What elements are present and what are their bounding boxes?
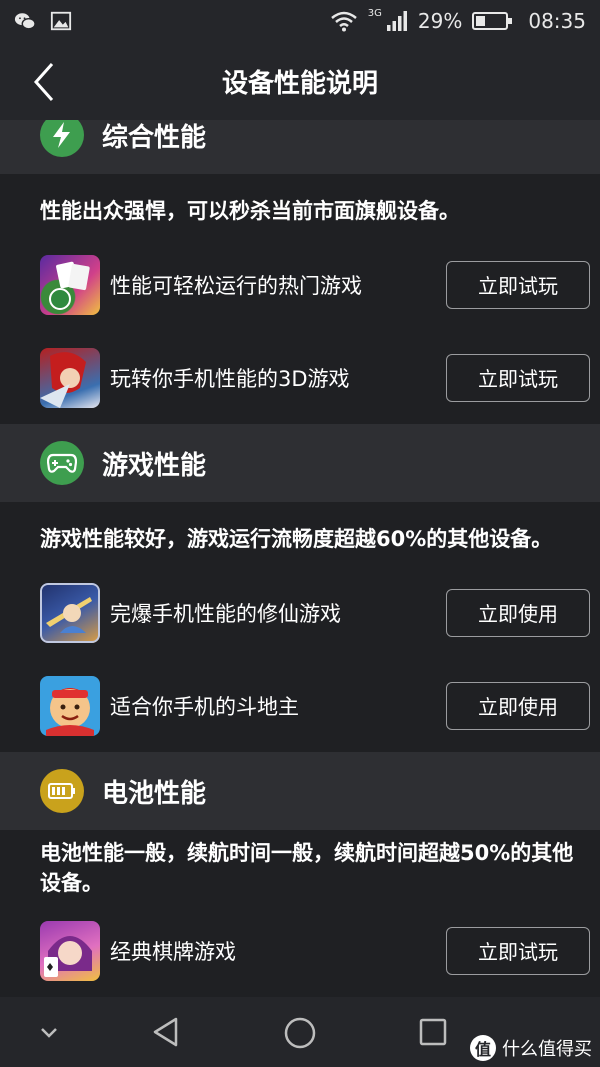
back-arrow-icon[interactable] (28, 60, 62, 104)
list-item[interactable]: 完爆手机性能的修仙游戏 立即使用 (0, 566, 600, 659)
watermark-text: 什么值得买 (502, 1039, 592, 1060)
page-title: 设备性能说明 (221, 68, 378, 99)
image-icon (50, 11, 72, 31)
section-header-battery: 电池性能 (0, 752, 600, 830)
list-item[interactable]: 经典棋牌游戏 立即试玩 (0, 904, 600, 997)
section-body-overall: 性能出众强悍，可以秒杀当前市面旗舰设备。 性能可轻松运行的热门游戏 立即试玩 玩… (0, 174, 600, 424)
wifi-icon (330, 11, 357, 32)
section-description: 游戏性能较好，游戏运行流畅度超越60%的其他设备。 (40, 527, 553, 551)
use-button[interactable]: 立即使用 (446, 681, 590, 730)
back-nav-icon[interactable] (150, 1016, 182, 1048)
game-name: 经典棋牌游戏 (110, 939, 236, 964)
list-item[interactable]: 性能可轻松运行的热门游戏 立即试玩 (0, 238, 600, 331)
try-button[interactable]: 立即试玩 (446, 926, 590, 975)
section-description: 性能出众强悍，可以秒杀当前市面旗舰设备。 (40, 199, 460, 223)
use-button[interactable]: 立即使用 (446, 588, 590, 637)
battery-icon (472, 12, 513, 30)
section-title: 综合性能 (102, 122, 207, 153)
try-button[interactable]: 立即试玩 (446, 260, 590, 309)
watermark: 值 什么值得买 (470, 1035, 592, 1061)
lightning-icon (40, 120, 84, 157)
content-scroll[interactable]: 综合性能 性能出众强悍，可以秒杀当前市面旗舰设备。 性能可轻松运行的热门游戏 立… (0, 120, 600, 997)
section-title: 游戏性能 (102, 450, 207, 481)
clock: 08:35 (528, 9, 586, 33)
signal-icon (386, 11, 407, 31)
section-body-battery: 电池性能一般，续航时间一般，续航时间超越50%的其他设备。 经典棋牌游戏 立即试… (0, 830, 600, 997)
game-icon-3d (40, 347, 100, 408)
battery-percent: 29% (417, 9, 463, 33)
section-description: 电池性能一般，续航时间一般，续航时间超越50%的其他设备。 (40, 841, 574, 895)
game-icon-doudizhu (40, 675, 100, 736)
list-item[interactable]: 适合你手机的斗地主 立即使用 (0, 659, 600, 752)
chevron-down-icon[interactable] (38, 1021, 60, 1043)
status-bar: 3G 29% 08:35 (0, 0, 600, 42)
game-name: 玩转你手机性能的3D游戏 (110, 366, 350, 391)
game-name: 适合你手机的斗地主 (110, 694, 299, 719)
battery-section-icon (40, 769, 84, 813)
game-icon-chess-cards (40, 920, 100, 981)
game-name: 完爆手机性能的修仙游戏 (110, 601, 341, 626)
wechat-icon (14, 13, 36, 30)
watermark-logo-icon: 值 (470, 1035, 496, 1061)
section-title: 电池性能 (102, 778, 207, 809)
list-item[interactable]: 玩转你手机性能的3D游戏 立即试玩 (0, 331, 600, 424)
home-nav-icon[interactable] (283, 1016, 317, 1050)
game-icon-poker (40, 254, 100, 315)
section-body-gaming: 游戏性能较好，游戏运行流畅度超越60%的其他设备。 完爆手机性能的修仙游戏 立即… (0, 502, 600, 752)
network-type: 3G (367, 7, 382, 19)
section-header-gaming: 游戏性能 (0, 424, 600, 502)
section-header-overall: 综合性能 (0, 120, 600, 174)
recents-nav-icon[interactable] (418, 1017, 448, 1047)
app-bar: 设备性能说明 (0, 42, 600, 120)
game-name: 性能可轻松运行的热门游戏 (110, 273, 362, 298)
game-icon-xianxia (40, 582, 100, 643)
try-button[interactable]: 立即试玩 (446, 353, 590, 402)
gamepad-icon (40, 441, 84, 485)
